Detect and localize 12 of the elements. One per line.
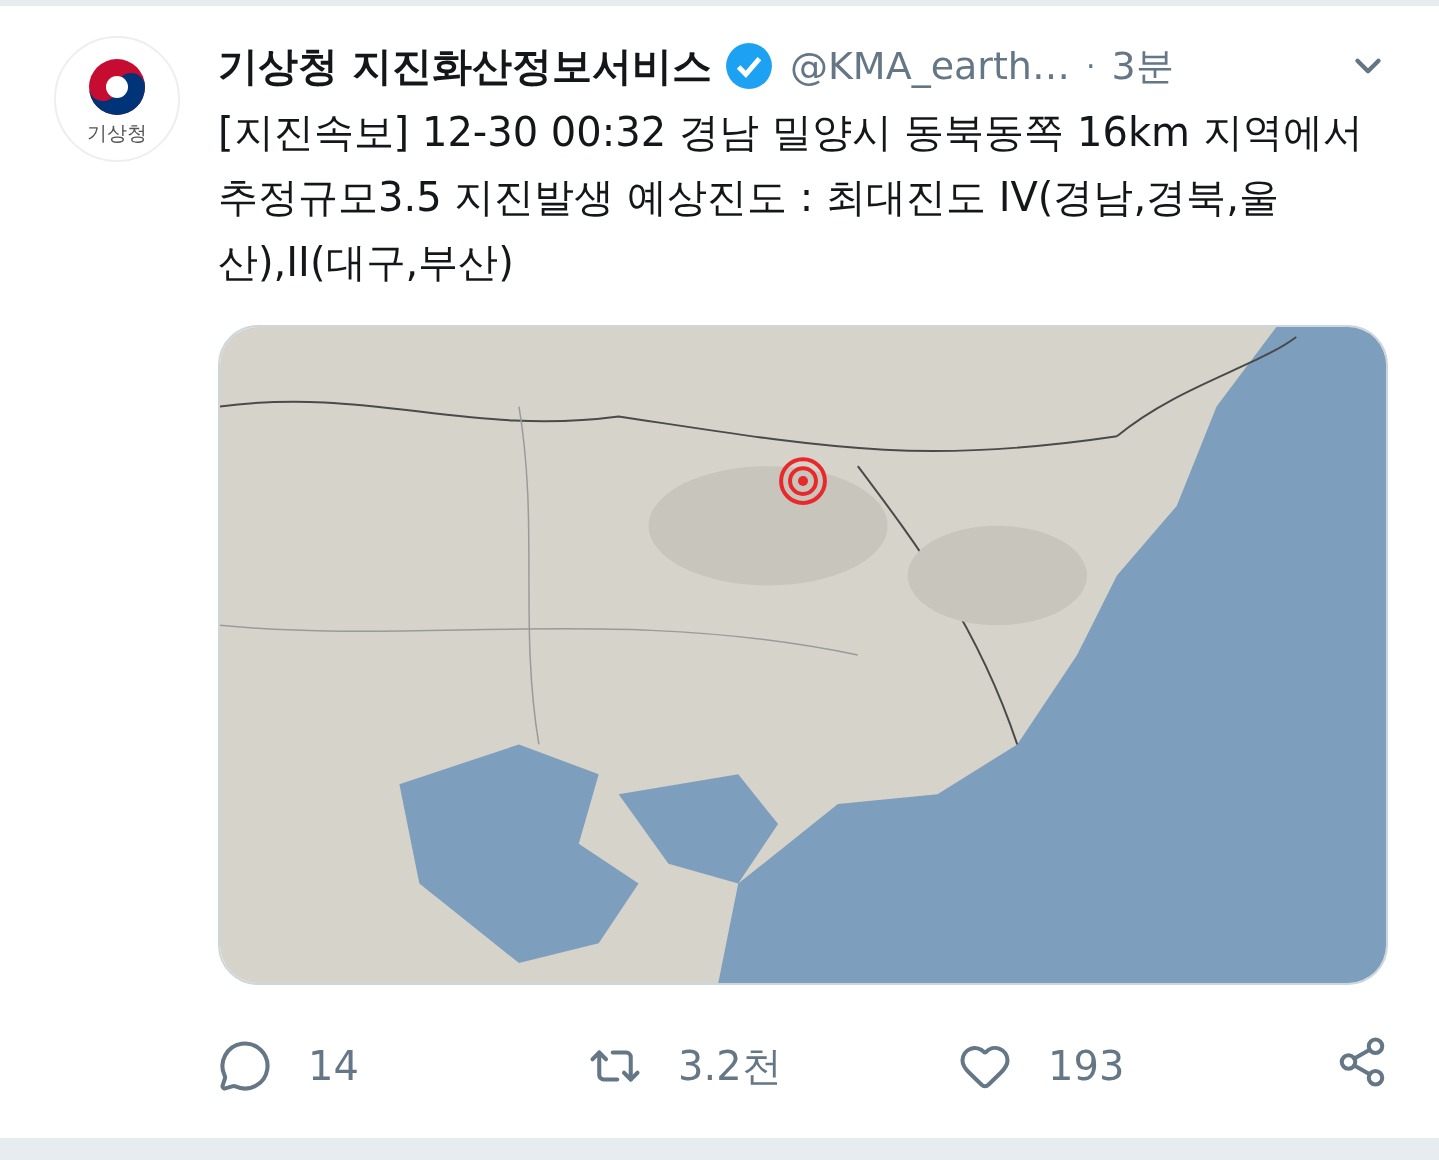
- avatar[interactable]: 기상청: [54, 36, 180, 162]
- speech-bubble-icon: [218, 1038, 272, 1093]
- avatar-label: 기상청: [87, 123, 147, 143]
- author-name[interactable]: 기상청 지진화산정보서비스: [218, 36, 712, 96]
- separator: ·: [1085, 47, 1096, 86]
- reply-button[interactable]: [218, 1038, 272, 1093]
- like-count: 193: [1048, 1041, 1125, 1091]
- handle[interactable]: @KMA_earth…: [789, 37, 1070, 95]
- reply-count: 14: [308, 1041, 359, 1091]
- retweet-count: 3.2천: [678, 1041, 782, 1091]
- tweet-text: [지진속보] 12-30 00:32 경남 밀양시 동북동쪽 16km 지역에서 추정규모3.5 지진발생 예상진도 : 최대진도 IV(경남,경북,울산),II(대구,부산): [218, 108, 1364, 287]
- timestamp[interactable]: 3분: [1111, 37, 1174, 95]
